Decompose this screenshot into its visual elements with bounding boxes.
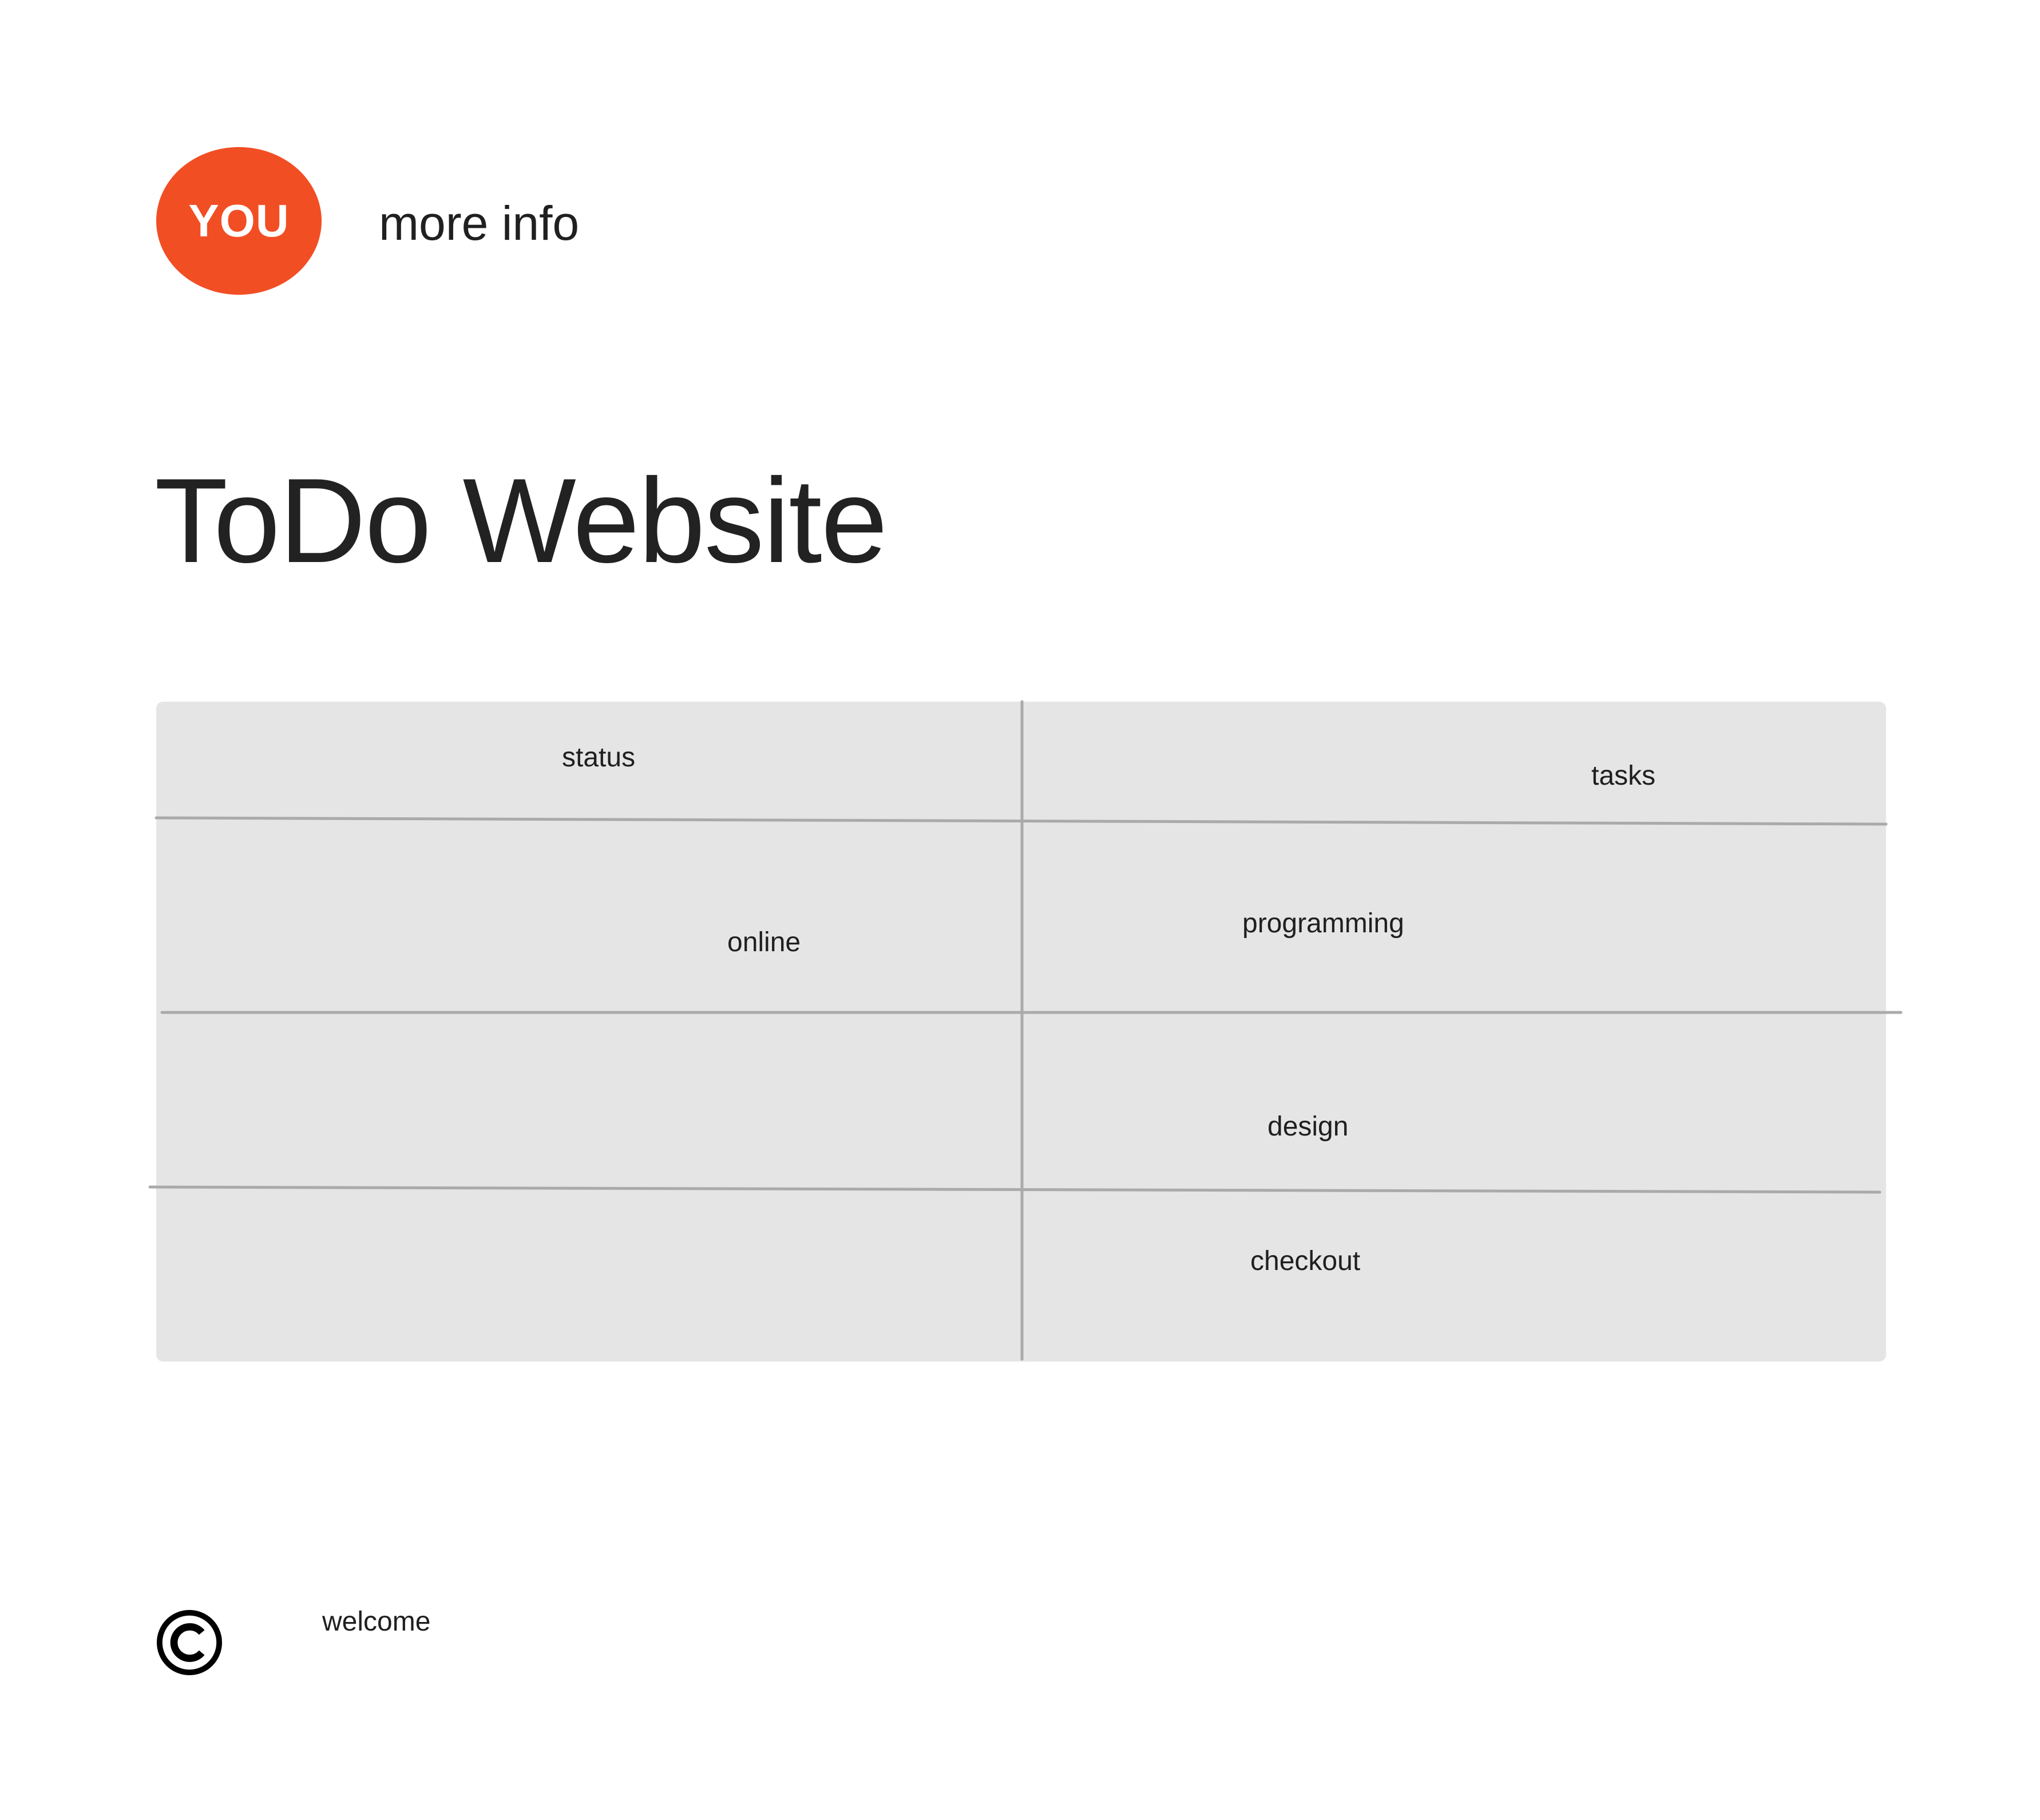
table-cell-task: programming [1242,908,1404,939]
avatar[interactable]: YOU [156,147,322,295]
task-table [156,702,1886,1362]
table-cell-task: checkout [1250,1246,1361,1276]
table-header-status: status [562,742,636,773]
table-cell-task: design [1267,1111,1349,1142]
copyright-icon [156,1609,223,1676]
avatar-label: YOU [188,195,290,246]
page-title: ToDo Website [155,453,888,588]
table-cell-status: online [727,927,801,958]
footer-welcome-text: welcome [322,1607,431,1637]
more-info-link[interactable]: more info [379,195,579,252]
table-header-tasks: tasks [1591,761,1656,791]
